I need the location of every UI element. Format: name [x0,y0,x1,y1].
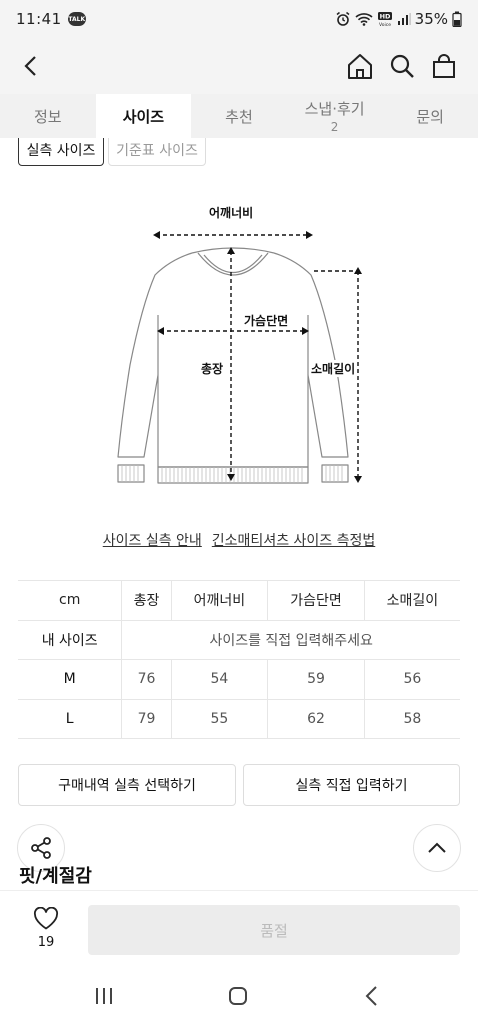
tab-recommend[interactable]: 추천 [191,94,287,138]
table-header-row: cm 총장 어깨너비 가슴단면 소매길이 [18,580,460,621]
table-cell: 58 [363,698,460,739]
label-chest: 가슴단면 [243,312,290,329]
table-header: 어깨너비 [170,580,268,621]
chevron-up-icon [428,842,446,853]
cart-button[interactable] [428,50,460,82]
table-cell: 54 [170,659,268,700]
tab-label: 추천 [225,107,253,126]
like-count: 19 [37,935,55,950]
svg-text:Voice: Voice [379,22,391,27]
status-time: 11:41 [16,10,62,28]
back-button[interactable] [16,50,48,82]
table-header: cm [18,580,122,621]
table-header: 소매길이 [363,580,460,621]
scroll-top-button[interactable] [413,824,461,872]
talk-notification-icon: TALK [67,12,86,26]
bottom-purchase-bar: 19 품절 [0,890,478,968]
alarm-icon [336,11,350,26]
home-circle-icon [229,987,247,1005]
soldout-button[interactable]: 품절 [88,905,460,955]
size-diagram: 어깨너비 가슴단면 총장 소매길이 [100,195,380,495]
tab-info[interactable]: 정보 [0,94,96,138]
size-table: cm 총장 어깨너비 가슴단면 소매길이 내 사이즈 사이즈를 직접 입력해주세… [18,580,460,739]
search-button[interactable] [386,50,418,82]
table-row: L 79 55 62 58 [18,698,460,739]
chip-standard-size[interactable]: 기준표 사이즈 [108,134,206,166]
select-purchase-history-button[interactable]: 구매내역 실측 선택하기 [18,764,236,806]
table-cell: 62 [267,698,365,739]
my-size-input-prompt[interactable]: 사이즈를 직접 입력해주세요 [121,619,460,660]
back-nav-button[interactable] [358,982,386,1010]
app-bar [0,38,478,94]
chevron-left-icon [24,56,36,76]
status-icons: HD Voice 35% [335,10,462,28]
table-row: M 76 54 59 56 [18,659,460,700]
back-arrow-icon [365,986,377,1006]
battery-percent: 35% [414,10,448,28]
table-cell: 79 [121,698,172,739]
battery-icon [452,11,462,27]
home-icon [348,54,372,79]
recent-apps-icon [96,988,112,1004]
table-cell: 56 [363,659,460,700]
chip-measured-size[interactable]: 실측 사이즈 [18,134,104,166]
shopping-bag-icon [433,54,455,78]
table-cell: 55 [170,698,268,739]
tab-label: 정보 [33,107,62,126]
home-nav-button[interactable] [224,982,252,1010]
section-title-fit: 핏/계절감 [19,866,92,887]
wifi-icon [355,13,373,26]
label-length: 총장 [200,360,225,377]
tab-label: 사이즈 [122,107,165,126]
table-cell: 76 [121,659,172,700]
link-measure-howto[interactable]: 긴소매티셔츠 사이즈 측정법 [212,530,375,550]
tab-size[interactable]: 사이즈 [96,94,192,138]
share-icon [31,837,51,859]
label-sleeve: 소매길이 [310,360,357,377]
tab-snap-review[interactable]: 스냅·후기 2 [287,94,383,138]
tab-inquiry[interactable]: 문의 [382,94,478,138]
home-button[interactable] [344,50,376,82]
table-cell: 59 [267,659,365,700]
table-header: 총장 [121,580,172,621]
size-guide-links: 사이즈 실측 안내 긴소매티셔츠 사이즈 측정법 [0,530,478,550]
svg-text:HD: HD [379,13,390,21]
signal-icon [397,13,411,25]
direct-input-button[interactable]: 실측 직접 입력하기 [243,764,460,806]
tab-label: 스냅·후기 [304,100,365,118]
size-label: M [18,659,122,700]
status-bar: 11:41 TALK HD Voice 35% [0,0,478,38]
my-size-label: 내 사이즈 [18,619,122,660]
like-button[interactable]: 19 [28,907,64,950]
label-shoulder: 어깨너비 [208,204,255,221]
table-row-my-size: 내 사이즈 사이즈를 직접 입력해주세요 [18,619,460,660]
size-label: L [18,698,122,739]
table-header: 가슴단면 [267,580,365,621]
heart-icon [34,907,58,930]
tab-label: 문의 [416,107,444,126]
search-icon [390,54,414,78]
system-nav-bar [0,968,478,1024]
recent-apps-button[interactable] [90,982,118,1010]
hd-voice-icon: HDVoice [377,12,392,27]
tab-count: 2 [330,120,339,134]
product-tabs-labels: 정보 사이즈 추천 스냅·후기 2 문의 [0,94,478,138]
link-size-guide[interactable]: 사이즈 실측 안내 [103,530,202,550]
sweatshirt-illustration [117,231,362,484]
